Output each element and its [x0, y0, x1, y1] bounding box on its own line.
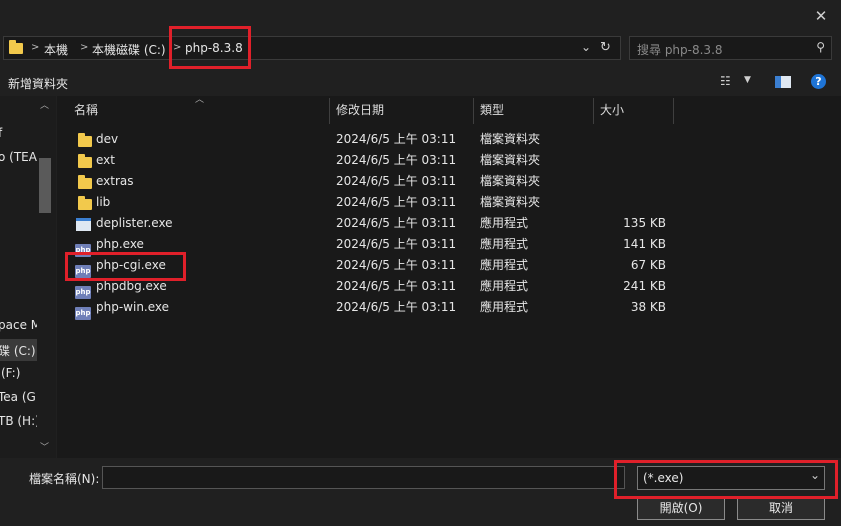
file-type: 應用程式: [480, 237, 529, 251]
sort-up-icon: ︿: [195, 95, 205, 105]
column-header-name[interactable]: 名稱: [74, 96, 98, 124]
chevron-right-icon: >: [31, 42, 40, 53]
file-date: 2024/6/5 上午 03:11: [336, 279, 457, 293]
scrollbar-thumb[interactable]: [39, 158, 51, 213]
file-type: 檔案資料夾: [480, 174, 541, 188]
column-divider[interactable]: [673, 98, 674, 124]
file-size: 241 KB: [623, 279, 666, 293]
help-icon[interactable]: ?: [811, 74, 826, 89]
chevron-right-icon: >: [80, 42, 89, 53]
list-item[interactable]: deplister.exe 2024/6/5 上午 03:11 應用程式 135…: [57, 213, 677, 234]
file-type: 應用程式: [480, 300, 529, 314]
file-name: ext: [96, 153, 115, 167]
toolbar: 新增資料夾 ☷ ▼ ?: [0, 69, 841, 95]
file-type: 應用程式: [480, 216, 529, 230]
file-date: 2024/6/5 上午 03:11: [336, 153, 457, 167]
refresh-icon[interactable]: ↻: [600, 40, 611, 55]
filename-label: 檔案名稱(N):: [29, 472, 100, 486]
file-date: 2024/6/5 上午 03:11: [336, 258, 457, 272]
breadcrumb-this-pc[interactable]: 本機: [44, 41, 68, 58]
close-icon[interactable]: ✕: [811, 6, 831, 26]
file-size: 67 KB: [630, 258, 666, 272]
highlight-box-php-cgi: [65, 252, 186, 281]
file-size: 141 KB: [623, 237, 666, 251]
php-icon: php: [75, 301, 91, 322]
file-name: dev: [96, 132, 119, 146]
file-date: 2024/6/5 上午 03:11: [336, 237, 457, 251]
new-folder-button[interactable]: 新增資料夾: [8, 75, 68, 92]
nav-item[interactable]: o (TEA): [0, 150, 42, 164]
scroll-up-icon[interactable]: ︿: [40, 98, 49, 111]
highlight-box-folder: [169, 26, 251, 69]
chevron-down-icon[interactable]: ⌄: [581, 40, 591, 54]
nav-item-drive-c[interactable]: 碟 (C:): [0, 342, 36, 359]
nav-scrollbar[interactable]: ︿ ﹀: [37, 96, 53, 458]
file-date: 2024/6/5 上午 03:11: [336, 132, 457, 146]
file-date: 2024/6/5 上午 03:11: [336, 300, 457, 314]
column-header-modified[interactable]: 修改日期: [336, 96, 384, 124]
list-item[interactable]: php php-win.exe 2024/6/5 上午 03:11 應用程式 3…: [57, 297, 677, 320]
open-button[interactable]: 開啟(O): [637, 496, 725, 520]
cancel-button[interactable]: 取消: [737, 496, 825, 520]
column-divider[interactable]: [593, 98, 594, 124]
column-divider[interactable]: [473, 98, 474, 124]
nav-item[interactable]: Tea (G: [0, 390, 36, 404]
file-name: php-win.exe: [96, 300, 170, 314]
file-type: 應用程式: [480, 279, 529, 293]
file-type: 檔案資料夾: [480, 153, 541, 167]
file-date: 2024/6/5 上午 03:11: [336, 174, 457, 188]
file-type: 檔案資料夾: [480, 132, 541, 146]
search-icon[interactable]: ⚲: [816, 40, 825, 54]
file-type: 應用程式: [480, 258, 529, 272]
dialog-titlebar: ✕: [0, 0, 841, 36]
scroll-down-icon[interactable]: ﹀: [40, 440, 49, 453]
column-header-size[interactable]: 大小: [600, 96, 624, 124]
search-input[interactable]: 搜尋 php-8.3.8 ⚲: [629, 36, 832, 60]
dropdown-arrow-icon[interactable]: ▼: [744, 75, 751, 85]
column-divider[interactable]: [329, 98, 330, 124]
list-item[interactable]: ext 2024/6/5 上午 03:11 檔案資料夾: [57, 150, 677, 171]
nav-item[interactable]: pace M: [0, 318, 41, 332]
file-size: 38 KB: [630, 300, 666, 314]
breadcrumb-drive-c[interactable]: 本機磁碟 (C:): [92, 41, 166, 58]
nav-item[interactable]: (F:): [1, 366, 20, 380]
address-bar[interactable]: > 本機 > 本機磁碟 (C:) > php-8.3.8 ⌄ ↻: [3, 36, 621, 60]
preview-pane-icon[interactable]: [775, 76, 791, 88]
file-date: 2024/6/5 上午 03:11: [336, 216, 457, 230]
search-placeholder: 搜尋 php-8.3.8: [637, 43, 723, 57]
file-name: deplister.exe: [96, 216, 173, 230]
folder-icon: [9, 40, 23, 57]
list-item[interactable]: dev 2024/6/5 上午 03:11 檔案資料夾: [57, 129, 677, 150]
column-header-type[interactable]: 類型: [480, 96, 504, 124]
file-name: extras: [96, 174, 134, 188]
list-item[interactable]: extras 2024/6/5 上午 03:11 檔案資料夾: [57, 171, 677, 192]
nav-item[interactable]: TB (H:): [0, 414, 40, 428]
file-name: lib: [96, 195, 111, 209]
file-type: 檔案資料夾: [480, 195, 541, 209]
highlight-box-filter: [614, 460, 838, 499]
nav-item[interactable]: f: [0, 126, 2, 140]
view-options-icon[interactable]: ☷: [720, 74, 731, 88]
list-item[interactable]: lib 2024/6/5 上午 03:11 檔案資料夾: [57, 192, 677, 213]
filename-input[interactable]: [102, 466, 625, 489]
file-size: 135 KB: [623, 216, 666, 230]
file-date: 2024/6/5 上午 03:11: [336, 195, 457, 209]
